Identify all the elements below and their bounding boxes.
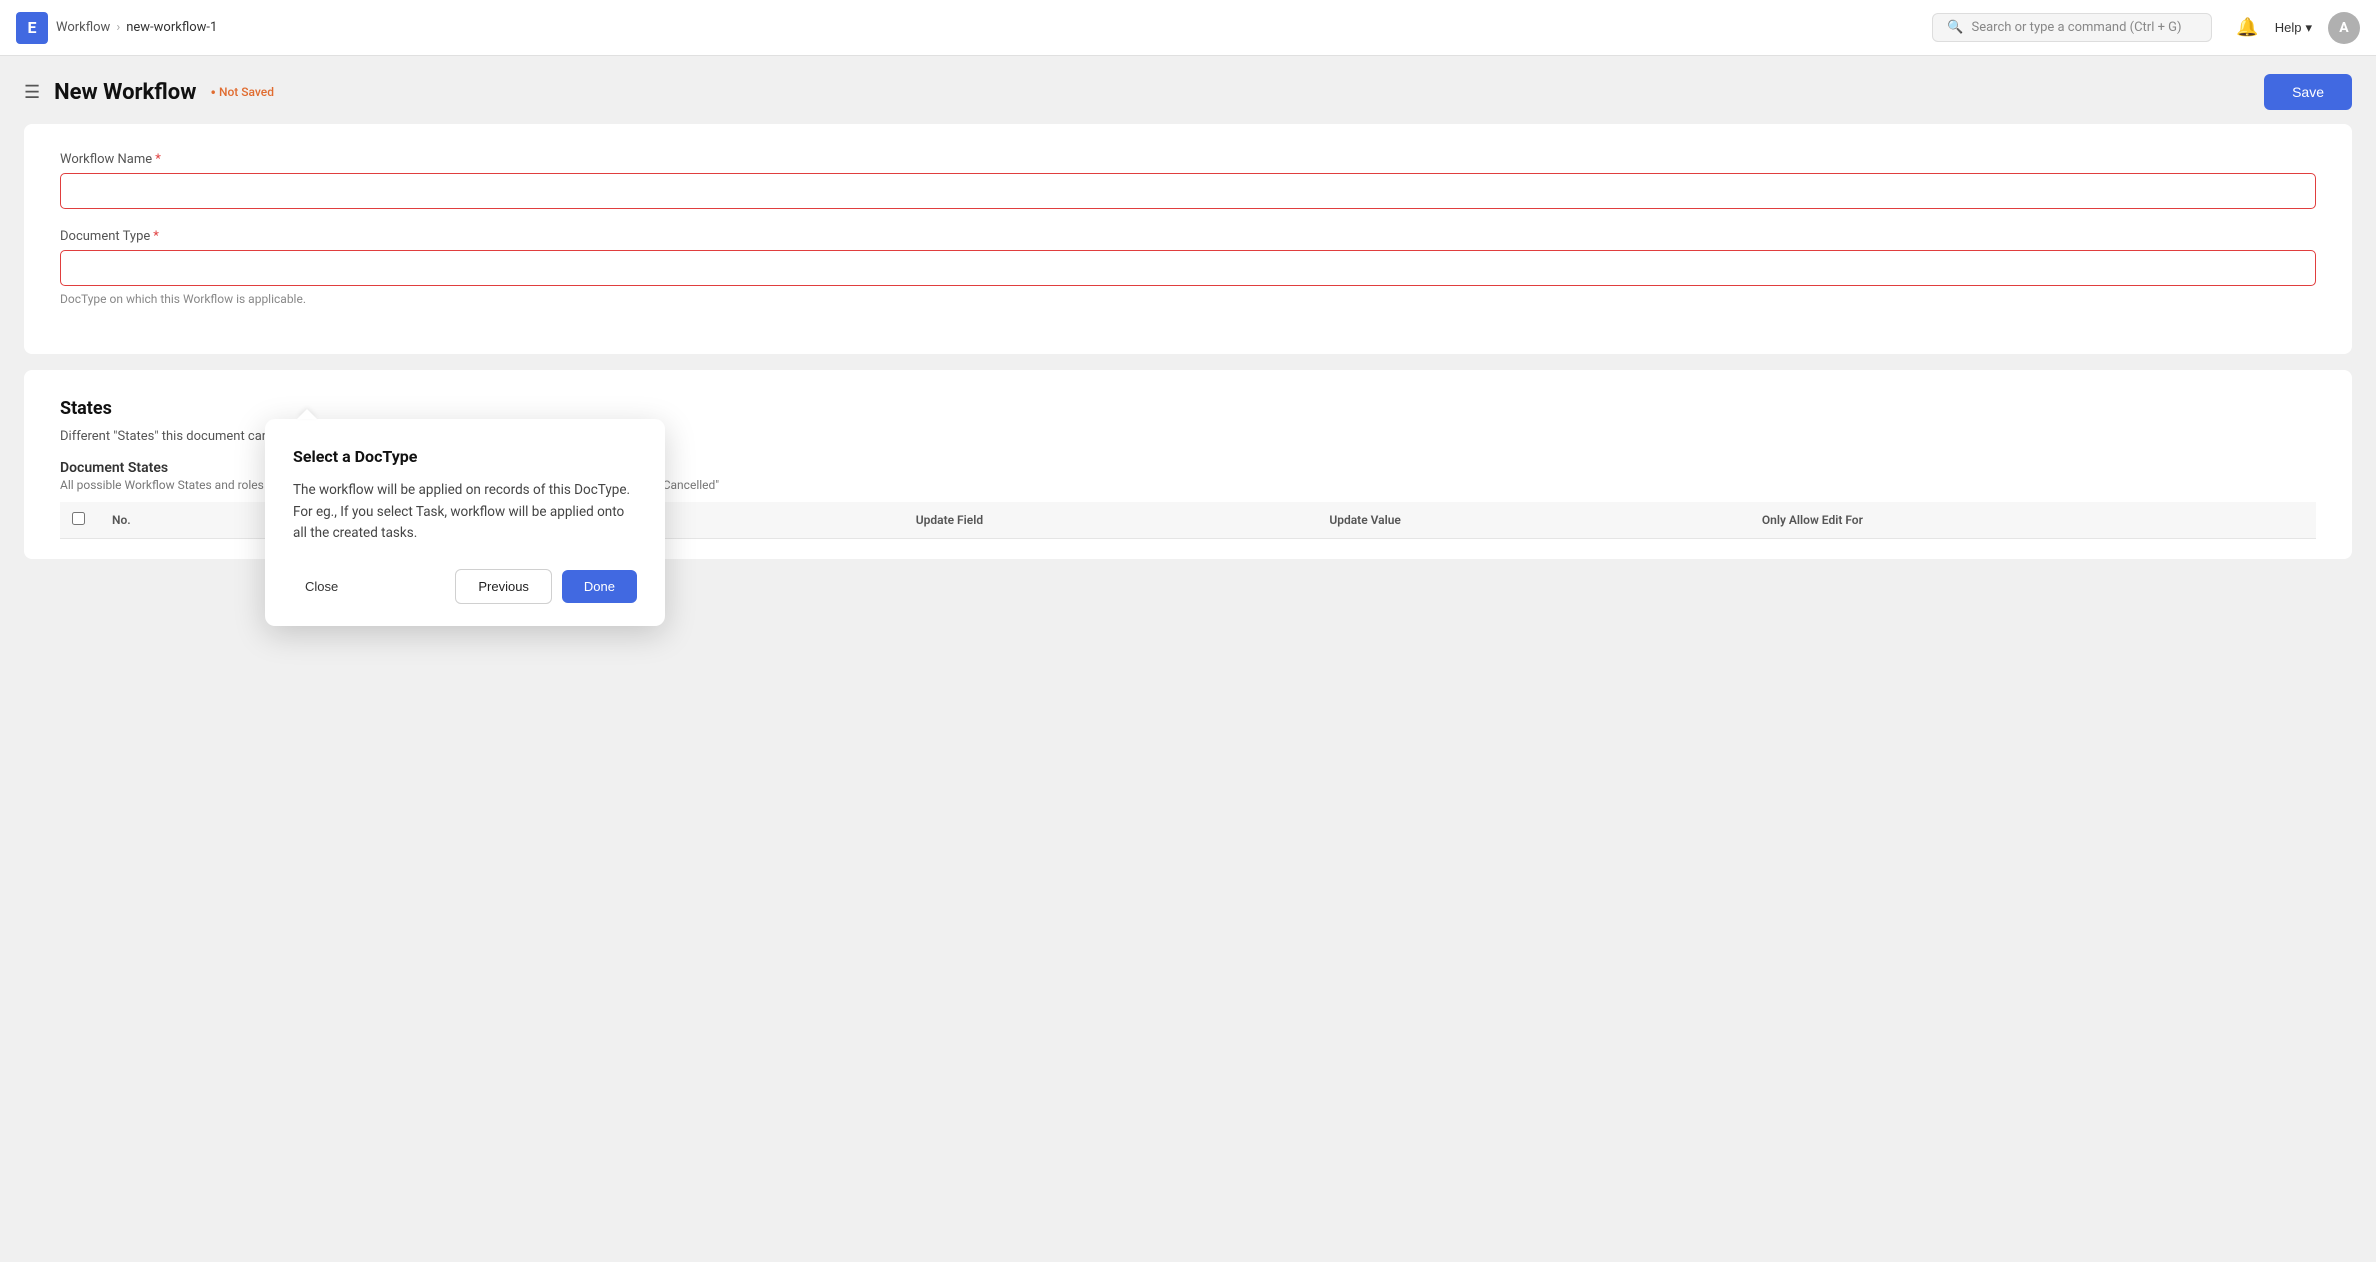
tooltip-body: The workflow will be applied on records … <box>293 480 637 545</box>
document-type-row: Document Type * DocType on which this Wo… <box>60 229 2316 306</box>
main-content: Workflow Name * Document Type * DocType … <box>0 124 2376 599</box>
page-header-left: ☰ New Workflow Not Saved <box>24 80 274 105</box>
save-button[interactable]: Save <box>2264 74 2352 110</box>
tooltip-popup: Select a DocType The workflow will be ap… <box>265 419 665 626</box>
document-type-input[interactable] <box>60 250 2316 286</box>
col-checkbox <box>60 502 100 539</box>
not-saved-badge: Not Saved <box>210 83 274 102</box>
chevron-down-icon: ▾ <box>2305 20 2312 36</box>
tooltip-actions: Close Previous Done <box>293 569 637 604</box>
document-type-label: Document Type * <box>60 229 2316 244</box>
document-type-required: * <box>153 229 159 244</box>
search-icon: 🔍 <box>1947 20 1963 35</box>
workflow-name-required: * <box>155 152 161 167</box>
col-update-value: Update Value <box>1317 502 1750 539</box>
col-only-allow: Only Allow Edit For <box>1750 502 2316 539</box>
breadcrumb-new-workflow: new-workflow-1 <box>126 20 217 35</box>
workflow-name-input[interactable] <box>60 173 2316 209</box>
topbar-actions: 🔔 Help ▾ A <box>2236 12 2360 44</box>
select-all-checkbox[interactable] <box>72 512 85 525</box>
breadcrumb-sep-1: › <box>116 20 120 35</box>
help-button[interactable]: Help ▾ <box>2275 20 2312 36</box>
search-placeholder: Search or type a command (Ctrl + G) <box>1971 20 2181 35</box>
form-card: Workflow Name * Document Type * DocType … <box>24 124 2352 354</box>
workflow-name-row: Workflow Name * <box>60 152 2316 209</box>
avatar[interactable]: A <box>2328 12 2360 44</box>
page-header: ☰ New Workflow Not Saved Save <box>0 56 2376 124</box>
page-title: New Workflow <box>54 80 196 105</box>
close-button[interactable]: Close <box>293 579 350 594</box>
done-button[interactable]: Done <box>562 570 637 603</box>
topbar: E Workflow › new-workflow-1 🔍 Search or … <box>0 0 2376 56</box>
notification-icon[interactable]: 🔔 <box>2236 17 2258 38</box>
col-update-field: Update Field <box>904 502 1318 539</box>
document-type-hint: DocType on which this Workflow is applic… <box>60 292 2316 306</box>
app-logo: E <box>16 12 48 44</box>
search-bar[interactable]: 🔍 Search or type a command (Ctrl + G) <box>1932 13 2212 42</box>
hamburger-icon[interactable]: ☰ <box>24 82 40 103</box>
states-title: States <box>60 398 2316 419</box>
workflow-name-label: Workflow Name * <box>60 152 2316 167</box>
breadcrumb: Workflow › new-workflow-1 <box>56 20 217 35</box>
help-label: Help <box>2275 20 2302 35</box>
breadcrumb-workflow[interactable]: Workflow <box>56 20 110 35</box>
tooltip-title: Select a DocType <box>293 447 637 466</box>
previous-button[interactable]: Previous <box>455 569 552 604</box>
